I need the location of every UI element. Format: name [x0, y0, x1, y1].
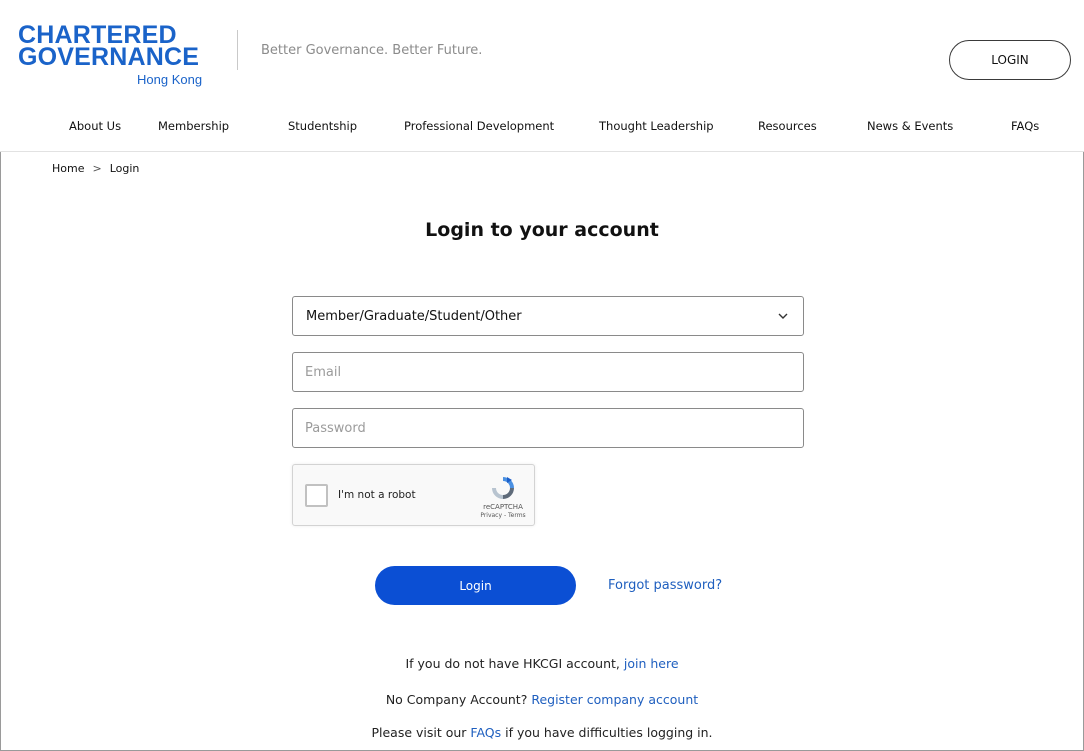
logo-line-2: GOVERNANCE	[18, 43, 200, 71]
logo-subtitle: Hong Kong	[137, 72, 203, 87]
page-title: Login to your account	[425, 219, 659, 241]
nav-item-faqs[interactable]: FAQs	[1011, 119, 1039, 133]
forgot-password-link[interactable]: Forgot password?	[608, 578, 722, 593]
company-info: No Company Account? Register company acc…	[0, 692, 1084, 707]
faq-info-prefix: Please visit our	[371, 725, 471, 740]
nav-item-resources[interactable]: Resources	[758, 119, 817, 133]
logo-divider	[237, 30, 238, 70]
breadcrumb-home[interactable]: Home	[52, 162, 84, 175]
join-info: If you do not have HKCGI account, join h…	[0, 656, 1084, 671]
account-type-select[interactable]: Member/Graduate/Student/Other	[292, 296, 804, 336]
account-type-value: Member/Graduate/Student/Other	[306, 308, 522, 324]
nav-item-news-events[interactable]: News & Events	[867, 119, 953, 133]
nav-item-about-us[interactable]: About Us	[69, 119, 121, 133]
company-info-text: No Company Account?	[385, 692, 532, 707]
tagline: Better Governance. Better Future.	[261, 43, 483, 58]
recaptcha-icon	[492, 477, 514, 499]
nav-item-professional-development[interactable]: Professional Development	[404, 119, 554, 133]
header-login-button[interactable]: LOGIN	[949, 40, 1071, 80]
recaptcha-checkbox[interactable]	[305, 484, 328, 507]
faq-info-suffix: if you have difficulties logging in.	[501, 725, 713, 740]
faqs-link[interactable]: FAQs	[470, 725, 501, 740]
breadcrumb-current: Login	[109, 162, 140, 175]
join-here-link[interactable]: join here	[624, 656, 679, 671]
recaptcha-widget: I'm not a robot reCAPTCHA Privacy - Term…	[292, 464, 535, 526]
recaptcha-brand: reCAPTCHA	[483, 503, 523, 511]
email-field[interactable]	[292, 352, 804, 392]
faq-info: Please visit our FAQs if you have diffic…	[0, 725, 1084, 740]
main-nav: About Us Membership Studentship Professi…	[0, 113, 1084, 141]
site-header: CHARTERED GOVERNANCE Hong Kong Better Go…	[0, 0, 1084, 152]
password-field[interactable]	[292, 408, 804, 448]
nav-item-membership[interactable]: Membership	[158, 119, 229, 133]
register-company-link[interactable]: Register company account	[531, 692, 698, 707]
breadcrumb-separator: >	[92, 162, 102, 175]
chevron-down-icon	[778, 313, 788, 319]
nav-item-thought-leadership[interactable]: Thought Leadership	[599, 119, 714, 133]
login-button[interactable]: Login	[375, 566, 576, 605]
recaptcha-links[interactable]: Privacy - Terms	[463, 512, 543, 519]
site-logo[interactable]: CHARTERED GOVERNANCE Hong Kong	[18, 23, 218, 94]
join-info-text: If you do not have HKCGI account,	[405, 656, 624, 671]
nav-item-studentship[interactable]: Studentship	[288, 119, 357, 133]
breadcrumb: Home > Login	[52, 162, 139, 175]
recaptcha-label: I'm not a robot	[338, 489, 416, 501]
